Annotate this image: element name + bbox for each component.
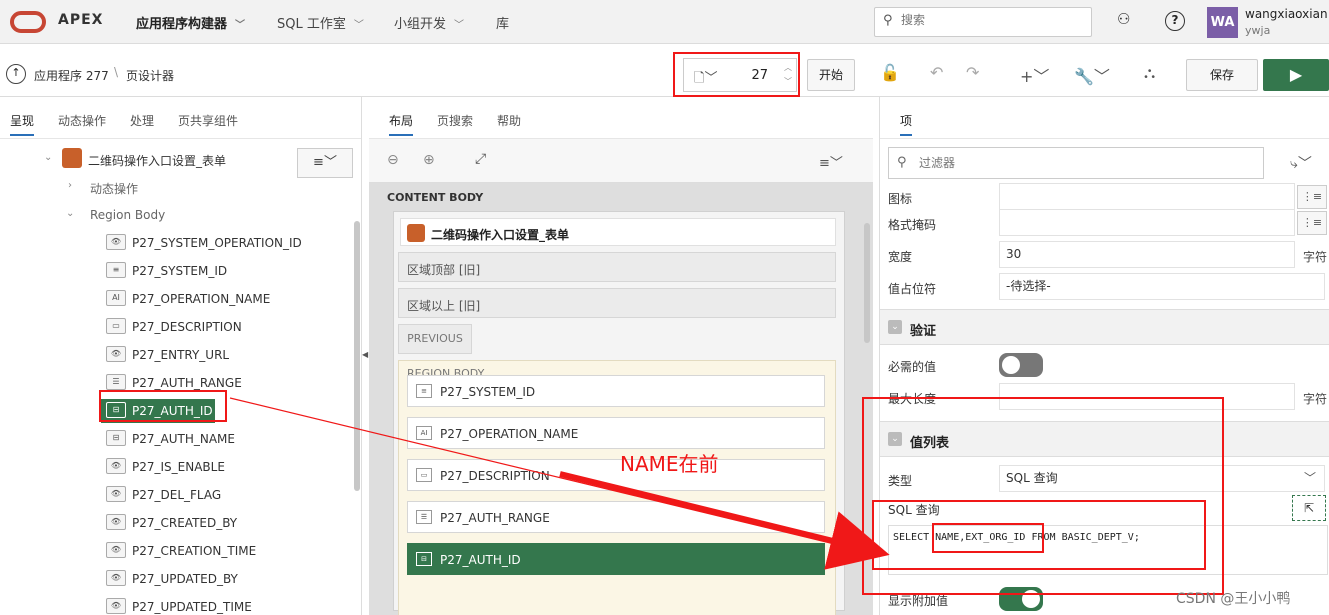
watermark: CSDN @王小小鸭 <box>1176 591 1291 607</box>
arrow-thick-line <box>559 471 890 570</box>
annotation-arrow <box>229 397 890 570</box>
annotation-text: NAME在前 <box>620 452 719 476</box>
